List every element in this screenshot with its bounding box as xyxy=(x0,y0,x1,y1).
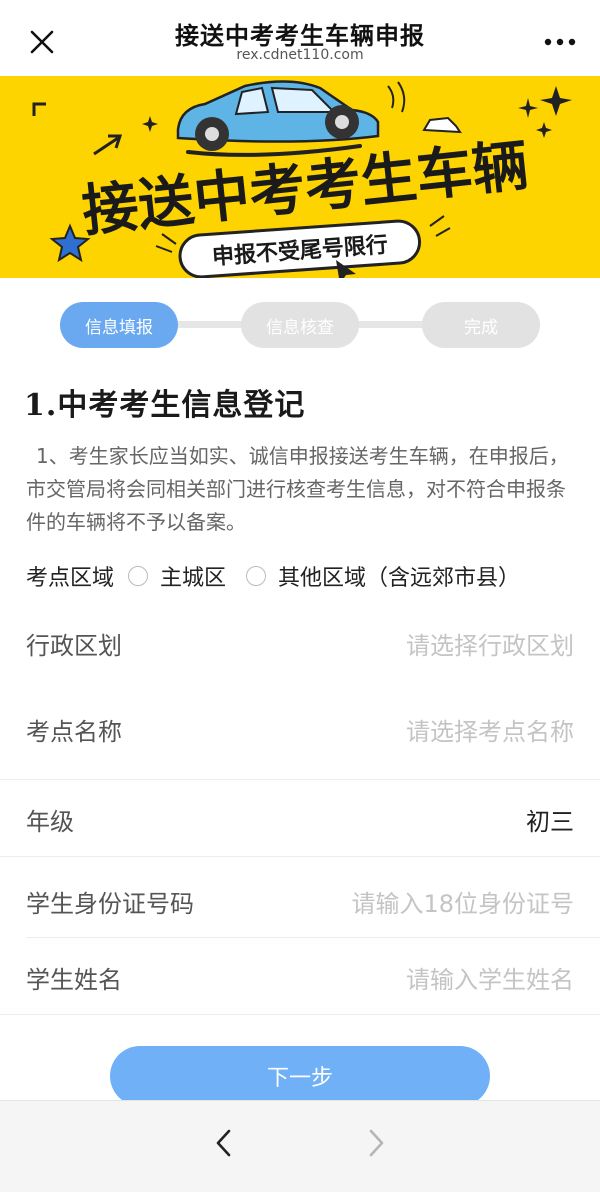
id-number-label: 学生身份证号码 xyxy=(26,890,194,918)
section-title: 1.中考考生信息登记 xyxy=(24,388,306,423)
divider xyxy=(0,1014,600,1015)
step-verify: 信息核查 xyxy=(241,302,359,348)
step-complete: 完成 xyxy=(422,302,540,348)
radio-label-other-region[interactable]: 其他区域（含远郊市县） xyxy=(278,560,520,592)
banner-illustration: 接送中考考生车辆 申报不受尾号限行 xyxy=(32,80,572,278)
close-icon[interactable] xyxy=(22,22,62,62)
district-placeholder[interactable]: 请选择行政区划 xyxy=(406,626,574,661)
page-title: 接送中考考生车辆申报 xyxy=(175,22,425,50)
notice-text: 1、考生家长应当如实、诚信申报接送考生车辆，在申报后，市交管局将会同相关部门进行… xyxy=(26,444,569,534)
grade-value[interactable]: 初三 xyxy=(526,802,574,837)
district-label: 行政区划 xyxy=(26,632,122,660)
top-bar: 接送中考考生车辆申报 rex.cdnet110.com xyxy=(0,0,600,76)
id-number-input[interactable]: 请输入18位身份证号 xyxy=(351,884,574,919)
student-name-input[interactable]: 请输入学生姓名 xyxy=(406,960,574,995)
car-icon xyxy=(176,80,380,157)
step-fill-info: 信息填报 xyxy=(60,302,178,348)
forward-arrow-icon[interactable] xyxy=(356,1123,396,1163)
exam-site-placeholder[interactable]: 请选择考点名称 xyxy=(406,712,574,747)
student-name-label: 学生姓名 xyxy=(26,966,122,994)
progress-steps: 信息填报 信息核查 完成 xyxy=(0,278,600,370)
exam-region-selector: 考点区域 主城区 其他区域（含远郊市县） xyxy=(26,556,586,596)
id-number-field[interactable]: 学生身份证号码 请输入18位身份证号 xyxy=(0,862,600,938)
next-step-button[interactable]: 下一步 xyxy=(110,1046,490,1106)
district-field[interactable]: 行政区划 请选择行政区划 xyxy=(0,604,600,680)
exam-site-field[interactable]: 考点名称 请选择考点名称 xyxy=(0,690,600,766)
promo-banner: 接送中考考生车辆 申报不受尾号限行 xyxy=(0,76,600,278)
exam-site-label: 考点名称 xyxy=(26,718,122,746)
radio-other-region[interactable] xyxy=(246,566,267,586)
page-url: rex.cdnet110.com xyxy=(236,47,364,63)
radio-main-city[interactable] xyxy=(128,566,149,586)
grade-field[interactable]: 年级 初三 xyxy=(0,780,600,856)
student-name-field[interactable]: 学生姓名 请输入学生姓名 xyxy=(0,938,600,1014)
divider xyxy=(0,856,600,857)
grade-label: 年级 xyxy=(26,808,74,836)
more-options-icon[interactable] xyxy=(530,28,586,56)
region-label: 考点区域 xyxy=(26,566,115,591)
radio-label-main-city[interactable]: 主城区 xyxy=(160,560,226,592)
back-arrow-icon[interactable] xyxy=(204,1123,244,1163)
browser-nav-bar xyxy=(0,1100,600,1192)
